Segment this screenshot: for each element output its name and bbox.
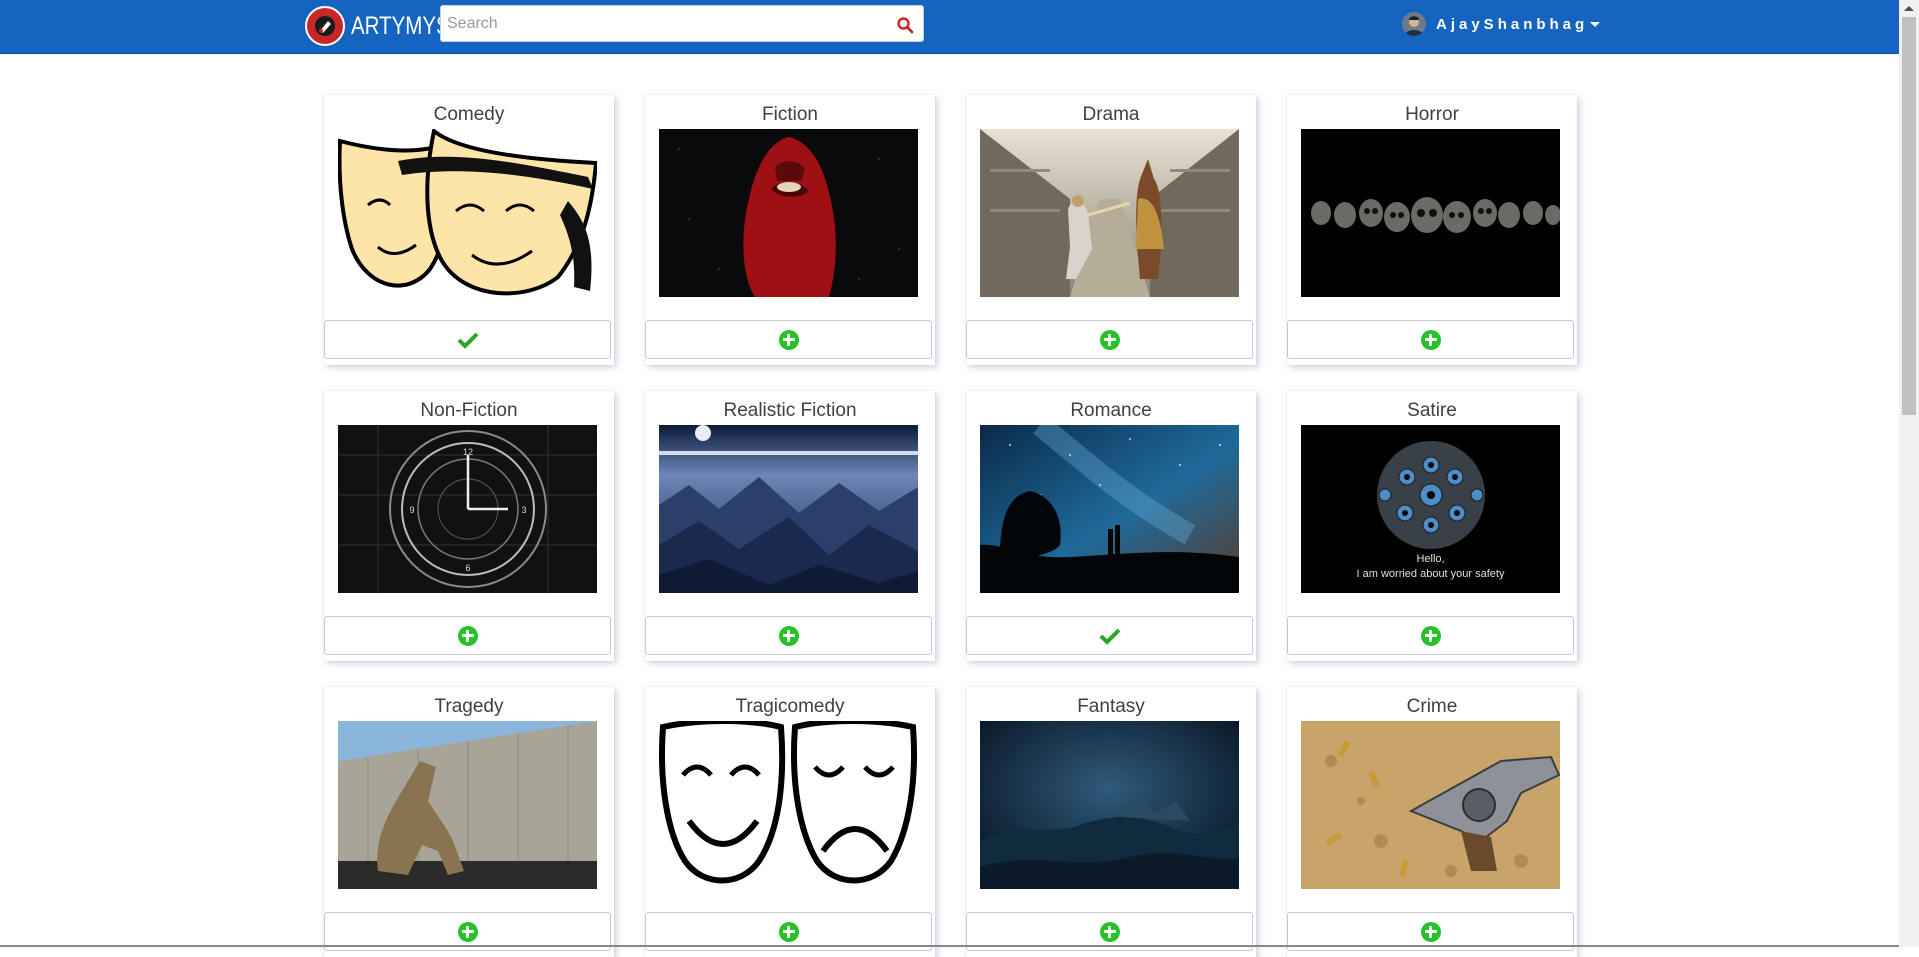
user-name: AjayShanbhag <box>1436 15 1589 33</box>
genre-title: Tragicomedy <box>735 696 845 717</box>
pen-logo-icon <box>305 6 345 46</box>
check-icon <box>1099 628 1120 645</box>
plus-circle-icon <box>1099 921 1120 942</box>
satire-caption-line-1: Hello, <box>1416 553 1445 565</box>
genre-card-tragicomedy: Tragicomedy <box>645 687 935 957</box>
search-input[interactable] <box>441 6 877 41</box>
genre-title: Romance <box>1070 400 1152 421</box>
happy-sad-masks-image <box>659 721 918 889</box>
vertical-scrollbar[interactable] <box>1899 0 1919 947</box>
genre-card-drama: Drama <box>966 95 1256 365</box>
genre-card-fantasy: Fantasy <box>966 687 1256 957</box>
genre-title: Fantasy <box>1077 696 1145 717</box>
genre-title: Realistic Fiction <box>723 400 857 421</box>
scrollbar-thumb[interactable] <box>1902 17 1916 415</box>
genre-title: Crime <box>1406 696 1458 717</box>
genre-title: Horror <box>1405 104 1459 125</box>
plus-circle-icon <box>1420 921 1441 942</box>
genre-title: Tragedy <box>434 696 504 717</box>
genre-card-satire: Satire Hello, I am worried about your sa… <box>1287 391 1577 661</box>
svg-text:6: 6 <box>465 563 470 573</box>
plus-circle-icon <box>457 921 478 942</box>
genre-card-tragedy: Tragedy <box>324 687 614 957</box>
genre-card-horror: Horror <box>1287 95 1577 365</box>
check-icon <box>457 332 478 349</box>
genre-card-fiction: Fiction <box>645 95 935 365</box>
avatar-icon <box>1402 12 1426 36</box>
mountains-image <box>659 425 918 593</box>
scroll-up-arrow-icon[interactable] <box>1904 6 1914 11</box>
revolver-image <box>1301 721 1560 889</box>
svg-text:9: 9 <box>409 505 414 515</box>
add-genre-button[interactable] <box>645 616 932 655</box>
add-genre-button[interactable] <box>1287 616 1574 655</box>
red-cloak-image <box>659 129 918 297</box>
plus-circle-icon <box>778 625 799 646</box>
comedy-masks-image <box>338 129 597 297</box>
select-genre-button[interactable] <box>966 616 1253 655</box>
satire-caption-line-2: I am worried about your safety <box>1356 568 1505 580</box>
genre-card-comedy: Comedy <box>324 95 614 365</box>
genre-title: Non-Fiction <box>420 400 518 421</box>
dancers-image <box>980 129 1239 297</box>
brand-name: ARTYMYS <box>351 11 450 40</box>
add-genre-button[interactable] <box>324 616 611 655</box>
select-genre-button[interactable] <box>324 320 611 359</box>
plus-circle-icon <box>778 329 799 350</box>
caret-down-icon[interactable] <box>1590 21 1601 27</box>
clock-image: 12 3 6 9 <box>338 425 597 593</box>
genre-card-crime: Crime <box>1287 687 1577 957</box>
skulls-image <box>1301 129 1560 297</box>
user-menu[interactable]: AjayShanbhag <box>1402 12 1601 36</box>
add-genre-button[interactable] <box>1287 320 1574 359</box>
top-navbar: ARTYMYS AjayShanbhag <box>0 0 1899 54</box>
search-box <box>440 5 924 42</box>
plus-circle-icon <box>457 625 478 646</box>
genre-title: Comedy <box>433 104 505 125</box>
plus-circle-icon <box>1420 625 1441 646</box>
add-genre-button[interactable] <box>645 320 932 359</box>
genre-title: Fiction <box>762 104 818 125</box>
plus-circle-icon <box>1099 329 1120 350</box>
genre-card-romance: Romance <box>966 391 1256 661</box>
couple-night-sky-image <box>980 425 1239 593</box>
sculpture-image <box>338 721 597 889</box>
genre-card-non-fiction: Non-Fiction 12 3 6 9 <box>324 391 614 661</box>
search-icon[interactable] <box>896 16 914 34</box>
dark-landscape-image <box>980 721 1239 889</box>
plus-circle-icon <box>778 921 799 942</box>
eyeball-sphere-image: Hello, I am worried about your safety <box>1301 425 1560 593</box>
plus-circle-icon <box>1420 329 1441 350</box>
svg-text:3: 3 <box>521 505 526 515</box>
genre-title: Drama <box>1082 104 1140 125</box>
genre-title: Satire <box>1407 400 1457 421</box>
add-genre-button[interactable] <box>966 320 1253 359</box>
genre-card-realistic-fiction: Realistic Fiction <box>645 391 935 661</box>
